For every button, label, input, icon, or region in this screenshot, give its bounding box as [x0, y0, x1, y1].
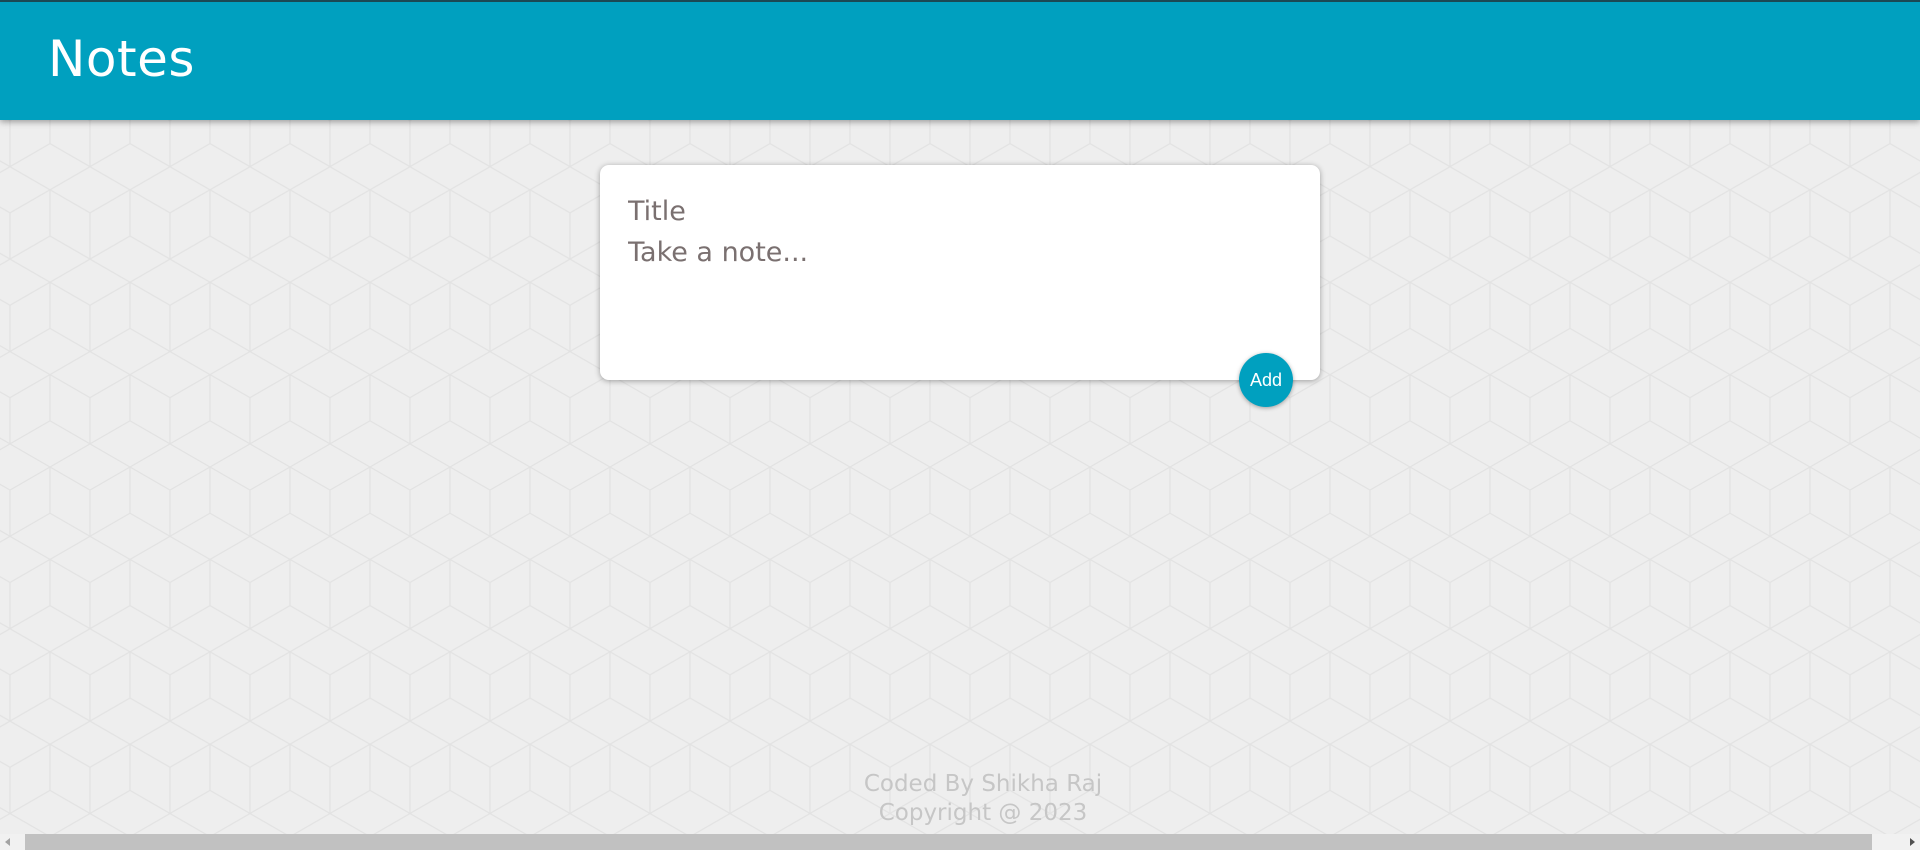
- app-title: Notes: [48, 30, 195, 88]
- footer-credit: Coded By Shikha Raj: [863, 771, 1103, 797]
- note-title-input[interactable]: [628, 191, 1288, 231]
- horizontal-scrollbar[interactable]: [0, 834, 1920, 850]
- scroll-left-arrow-icon[interactable]: [0, 834, 16, 850]
- create-note-form: Add: [600, 165, 1320, 407]
- background-pattern: [0, 0, 1920, 850]
- scrollbar-thumb[interactable]: [25, 834, 1872, 850]
- app-header: Notes: [0, 0, 1920, 120]
- footer-copyright: Copyright @ 2023: [878, 800, 1088, 826]
- scroll-right-arrow-icon[interactable]: [1904, 834, 1920, 850]
- note-content-input[interactable]: [628, 237, 1288, 347]
- add-note-button[interactable]: Add: [1239, 353, 1293, 407]
- page-footer: Coded By Shikha Raj Copyright @ 2023: [0, 770, 1920, 828]
